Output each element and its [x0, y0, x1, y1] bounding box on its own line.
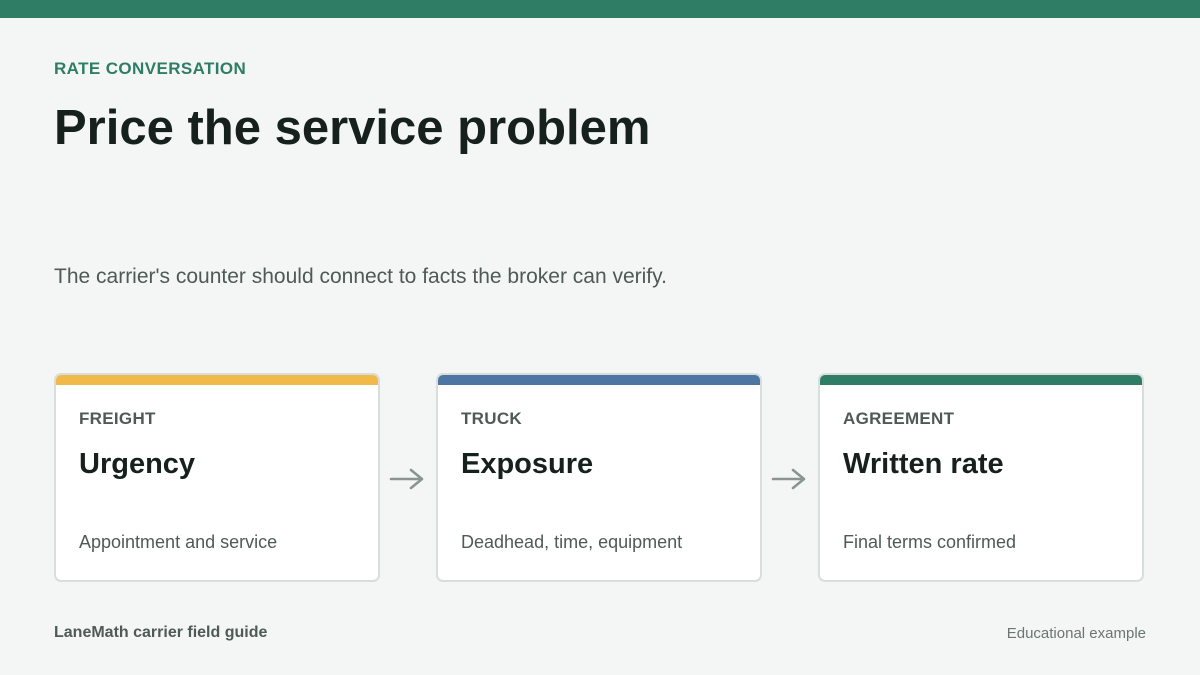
- card-description: Appointment and service: [79, 532, 278, 552]
- card-description: Deadhead, time, equipment: [461, 532, 683, 552]
- card-description: Final terms confirmed: [843, 532, 1017, 552]
- card-accent-bar: [438, 375, 760, 385]
- top-accent-bar: [0, 0, 1200, 18]
- card-heading: Written rate: [843, 448, 1004, 480]
- card-truck: TRUCK Exposure Deadhead, time, equipment: [436, 373, 762, 582]
- arrow-right-icon: [389, 468, 424, 490]
- card-agreement: AGREEMENT Written rate Final terms confi…: [818, 373, 1144, 582]
- card-heading: Urgency: [79, 448, 196, 480]
- card-kicker: TRUCK: [461, 409, 522, 428]
- card-kicker: AGREEMENT: [843, 409, 955, 428]
- card-heading: Exposure: [461, 448, 594, 480]
- card-freight: FREIGHT Urgency Appointment and service: [54, 373, 380, 582]
- footer-brand: LaneMath carrier field guide: [54, 624, 268, 641]
- footer-note: Educational example: [1006, 625, 1146, 642]
- card-kicker: FREIGHT: [79, 409, 156, 428]
- card-accent-bar: [56, 375, 378, 385]
- arrow-right-icon: [771, 468, 806, 490]
- page-subtitle: The carrier's counter should connect to …: [54, 265, 667, 288]
- card-accent-bar: [820, 375, 1142, 385]
- page-title: Price the service problem: [54, 101, 651, 155]
- section-eyebrow: RATE CONVERSATION: [54, 59, 247, 78]
